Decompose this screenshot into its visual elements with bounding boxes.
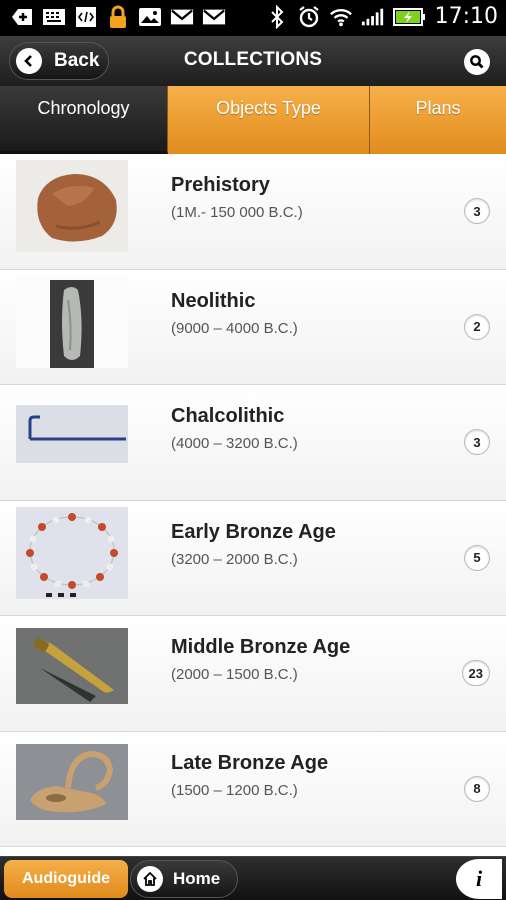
list-item[interactable]: Chalcolithic (4000 – 3200 B.C.) 3 bbox=[0, 385, 506, 501]
battery-charging-icon bbox=[392, 6, 427, 28]
item-period: (1500 – 1200 B.C.) bbox=[171, 781, 298, 799]
item-count-badge: 5 bbox=[464, 544, 490, 571]
list-item[interactable]: Late Bronze Age (1500 – 1200 B.C.) 8 bbox=[0, 731, 506, 847]
collections-list: Prehistory (1M.- 150 000 B.C.) 3 Neolith… bbox=[0, 154, 506, 856]
image-icon bbox=[138, 6, 162, 28]
item-period: (4000 – 3200 B.C.) bbox=[171, 435, 298, 452]
keyboard-icon bbox=[42, 6, 66, 28]
flint-stone-thumbnail bbox=[16, 160, 128, 252]
bottom-toolbar: Audioguide Home i bbox=[0, 856, 506, 900]
item-period: (3200 – 2000 B.C.) bbox=[171, 550, 298, 568]
search-icon bbox=[470, 55, 484, 69]
code-icon bbox=[74, 6, 98, 28]
lock-icon bbox=[106, 5, 130, 28]
wifi-icon bbox=[329, 6, 353, 28]
item-count-badge: 2 bbox=[464, 313, 490, 340]
tab-objects-type[interactable]: Objects Type bbox=[168, 86, 370, 154]
item-title: Early Bronze Age bbox=[171, 520, 336, 543]
bluetooth-icon bbox=[265, 4, 289, 29]
copper-pin-thumbnail bbox=[16, 391, 128, 483]
item-count-badge: 3 bbox=[464, 198, 490, 224]
item-count-badge: 8 bbox=[464, 775, 490, 802]
info-icon: i bbox=[475, 866, 483, 891]
info-button[interactable]: i bbox=[456, 859, 502, 899]
search-button[interactable] bbox=[464, 49, 490, 75]
clock: 17:10 bbox=[434, 4, 498, 29]
page-title: COLLECTIONS bbox=[183, 49, 323, 70]
home-icon bbox=[137, 866, 163, 892]
list-item[interactable]: Early Bronze Age (3200 – 2000 B.C.) 5 bbox=[0, 500, 506, 616]
item-period: (2000 – 1500 B.C.) bbox=[171, 666, 298, 683]
stone-axe-thumbnail bbox=[16, 275, 128, 368]
item-title: Neolithic bbox=[171, 289, 256, 312]
audioguide-button[interactable]: Audioguide bbox=[4, 860, 128, 898]
add-icon bbox=[10, 6, 34, 28]
item-title: Middle Bronze Age bbox=[171, 636, 351, 658]
item-period: (1M.- 150 000 B.C.) bbox=[171, 204, 303, 221]
gmail-icon bbox=[202, 6, 226, 28]
clay-oil-lamp-thumbnail bbox=[16, 738, 128, 830]
category-tabs: Chronology Objects Type Plans bbox=[0, 86, 506, 154]
status-bar: 17:10 bbox=[0, 0, 506, 36]
list-item[interactable]: Middle Bronze Age (2000 – 1500 B.C.) 23 bbox=[0, 616, 506, 732]
item-count-badge: 23 bbox=[461, 660, 490, 686]
item-count-badge: 3 bbox=[464, 429, 490, 455]
item-title: Late Bronze Age bbox=[171, 751, 329, 774]
gmail-icon bbox=[170, 6, 194, 28]
item-title: Chalcolithic bbox=[171, 405, 285, 427]
home-button[interactable]: Home bbox=[130, 860, 238, 898]
alarm-icon bbox=[297, 5, 321, 28]
tab-plans[interactable]: Plans bbox=[370, 86, 506, 154]
signal-icon bbox=[361, 6, 385, 28]
bronze-dagger-thumbnail bbox=[16, 622, 128, 714]
list-item[interactable]: Neolithic (9000 – 4000 B.C.) 2 bbox=[0, 269, 506, 385]
item-period: (9000 – 4000 B.C.) bbox=[171, 319, 298, 337]
bead-necklace-thumbnail bbox=[16, 506, 128, 599]
tab-chronology[interactable]: Chronology bbox=[0, 86, 168, 154]
app-header: Back COLLECTIONS bbox=[0, 36, 506, 86]
item-title: Prehistory bbox=[171, 174, 270, 196]
home-label: Home bbox=[173, 869, 221, 888]
list-item[interactable]: Prehistory (1M.- 150 000 B.C.) 3 bbox=[0, 154, 506, 270]
